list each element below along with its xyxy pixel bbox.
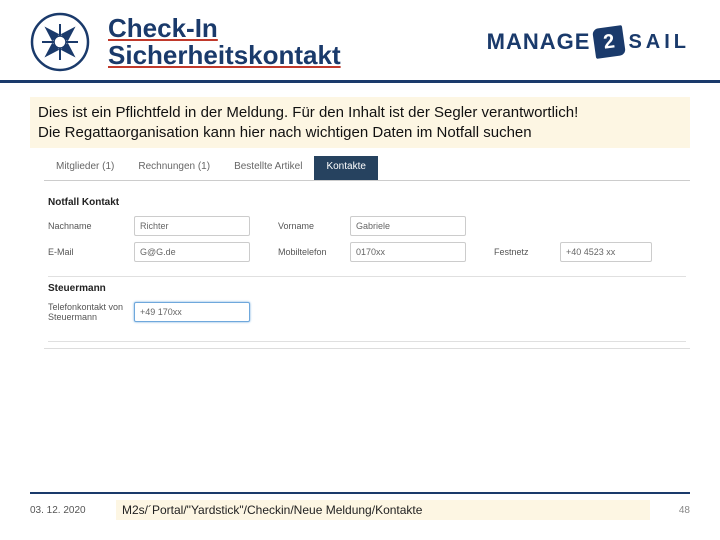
notice-line-1: Dies ist ein Pflichtfeld in der Meldung.…	[38, 103, 682, 123]
section-steuermann: Steuermann	[48, 283, 686, 294]
section-notfall-kontakt: Notfall Kontakt	[48, 197, 686, 208]
tab-bestellte-artikel[interactable]: Bestellte Artikel	[222, 156, 314, 180]
dsv-logo	[30, 12, 90, 72]
form-area: Notfall Kontakt Nachname Richter Vorname…	[44, 181, 690, 349]
row-contact: E-Mail G@G.de Mobiltelefon 0170xx Festne…	[48, 242, 686, 262]
input-mobiltelefon[interactable]: 0170xx	[350, 242, 466, 262]
input-vorname[interactable]: Gabriele	[350, 216, 466, 236]
footer-path: M2s/´Portal/"Yardstick"/Checkin/Neue Mel…	[116, 500, 650, 520]
input-festnetz[interactable]: +40 4523 xx	[560, 242, 652, 262]
tab-rechnungen[interactable]: Rechnungen (1)	[126, 156, 222, 180]
brand-word-top: MANAGE	[487, 32, 591, 53]
tab-kontakte[interactable]: Kontakte	[314, 156, 377, 180]
footer-bar: 03. 12. 2020 M2s/´Portal/"Yardstick"/Che…	[30, 492, 690, 520]
row-steuermann-phone: Telefonkontakt von Steuermann +49 170xx	[48, 302, 686, 323]
footer-page-number: 48	[664, 505, 690, 516]
notice-line-2: Die Regattaorganisation kann hier nach w…	[38, 123, 682, 143]
title-line-2: Sicherheitskontakt	[108, 42, 341, 69]
tab-bar: Mitglieder (1) Rechnungen (1) Bestellte …	[44, 156, 690, 181]
label-festnetz: Festnetz	[494, 247, 552, 257]
label-telefonkontakt-steuermann: Telefonkontakt von Steuermann	[48, 302, 126, 323]
divider-2	[48, 341, 686, 342]
input-telefonkontakt-steuermann[interactable]: +49 170xx	[134, 302, 250, 322]
footer-date: 03. 12. 2020	[30, 505, 102, 516]
input-nachname[interactable]: Richter	[134, 216, 250, 236]
label-nachname: Nachname	[48, 221, 126, 231]
title-line-1: Check-In	[108, 15, 218, 42]
manage2sail-logo: MANAGE 2 SAIL	[487, 27, 690, 57]
brand-word-bottom: SAIL	[628, 33, 690, 52]
tab-mitglieder[interactable]: Mitglieder (1)	[44, 156, 126, 180]
header-bar: Check-In Sicherheitskontakt MANAGE 2 SAI…	[0, 0, 720, 83]
page-title-block: Check-In Sicherheitskontakt	[108, 15, 487, 70]
embedded-screenshot: Mitglieder (1) Rechnungen (1) Bestellte …	[44, 156, 690, 349]
row-name: Nachname Richter Vorname Gabriele	[48, 216, 686, 236]
label-mobiltelefon: Mobiltelefon	[278, 247, 342, 257]
label-vorname: Vorname	[278, 221, 342, 231]
label-email: E-Mail	[48, 247, 126, 257]
input-email[interactable]: G@G.de	[134, 242, 250, 262]
divider-1	[48, 276, 686, 277]
notice-box: Dies ist ein Pflichtfeld in der Meldung.…	[30, 97, 690, 148]
brand-badge: 2	[592, 25, 626, 59]
